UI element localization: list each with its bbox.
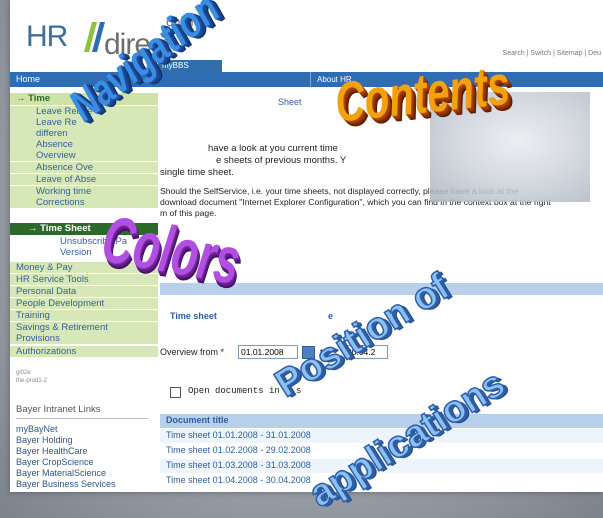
sidebar-item-provisions[interactable]: Provisions [10,333,158,345]
link-bayer-materialscience[interactable]: Bayer MaterialScience [16,468,106,478]
intro-line-3: single time sheet. [160,167,234,178]
utility-links-text[interactable]: Search | Switch | Sitemap | Deu [503,50,601,57]
section-title-tail: e [328,311,334,321]
document-title-header: Document title [166,415,229,425]
sidebar-item-personal-data[interactable]: Personal Data [10,286,158,298]
sidebar-item-leave-of-absence[interactable]: Leave of Abse [10,174,158,186]
time-sheet-section-title: Time sheet [170,311,217,321]
document-link[interactable]: Time sheet 01.04.2008 - 30.04.2008 [166,475,311,485]
sidebar-item-overview[interactable]: Overview [10,150,158,162]
link-bayer-business-services[interactable]: Bayer Business Services [16,479,116,489]
document-table-header: Document title [160,414,603,428]
links-divider [16,418,148,419]
intro-line-1: have a look at you current time [208,143,338,154]
open-docs-checkbox[interactable] [170,387,181,398]
system-id-1: gl02e [16,370,31,376]
home-link[interactable]: Home [16,72,40,87]
breadcrumb: Sheet [278,97,302,107]
utility-links[interactable]: Search | Switch | Sitemap | Deu [503,50,601,57]
sidebar-item-training[interactable]: Training [10,310,158,322]
link-bayer-healthcare[interactable]: Bayer HealthCare [16,446,88,456]
document-link[interactable]: Time sheet 01.01.2008 - 31.01.2008 [166,430,311,440]
document-link[interactable]: Time sheet 01.02.2008 - 29.02.2008 [166,445,311,455]
link-bayer-cropscience[interactable]: Bayer CropScience [16,457,94,467]
logo-slash-icon [84,22,105,52]
logo-hr-text: HR [26,20,68,53]
link-bayer-holding[interactable]: Bayer Holding [16,435,73,445]
document-link[interactable]: Time sheet 01.03.2008 - 31.03.2008 [166,460,311,470]
overview-from-label: Overview from * [160,347,225,357]
sidebar-item-people-development[interactable]: People Development [10,298,158,310]
sidebar: → Time Leave Reque Leave Re differen Abs… [10,87,158,492]
sidebar-item-absence-ove[interactable]: Absence Ove [10,162,158,174]
link-mybaynet[interactable]: myBayNet [16,424,58,434]
intranet-links-title: Bayer Intranet Links [16,404,101,415]
sidebar-item-authorizations[interactable]: Authorizations [10,346,158,358]
intro-line-2: e sheets of previous months. Y [216,155,347,166]
system-id-2: the-prod1-2 [16,378,48,384]
